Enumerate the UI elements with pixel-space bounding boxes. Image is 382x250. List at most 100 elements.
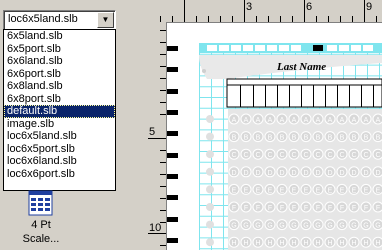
ruler-ticks — [160, 0, 377, 22]
bubble-letter: B — [232, 135, 237, 142]
bubble-letter: E — [268, 187, 273, 194]
bubble-letter: E — [292, 187, 297, 194]
template-dropdown-list[interactable]: 6x5land.slb 6x5port.slb 6x6land.slb 6x6p… — [3, 29, 116, 191]
bubble-letter: F — [280, 205, 284, 212]
bubble-letter: C — [375, 152, 380, 159]
dropdown-item[interactable]: loc6x6land.slb — [4, 155, 115, 168]
bubble-letter: C — [279, 152, 284, 159]
answer-bubble — [206, 238, 214, 247]
bubble-letter: E — [364, 187, 369, 194]
bubble-letter: G — [315, 223, 320, 230]
bubble-letter: C — [351, 152, 356, 159]
dropdown-item[interactable]: 6x5land.slb — [4, 30, 115, 43]
grid-scale-icon[interactable] — [28, 190, 53, 216]
bubble-letter: A — [280, 117, 285, 124]
bubble-letter: F — [244, 205, 248, 212]
bubble-letter: G — [375, 223, 380, 230]
bubble-letter: E — [376, 187, 381, 194]
bubble-letter: B — [364, 135, 369, 142]
bubble-letter: F — [376, 205, 380, 212]
bubble-letter: H — [351, 240, 356, 247]
chevron-down-icon[interactable]: ▼ — [97, 12, 114, 28]
bubble-letter: G — [231, 223, 236, 230]
answer-bubble — [206, 150, 214, 159]
bubble-letter: E — [304, 187, 309, 194]
bubble-letter: A — [340, 117, 345, 124]
bubble-letter: H — [243, 240, 248, 247]
answer-bubble — [206, 115, 214, 123]
bubble-letter: B — [256, 135, 261, 142]
bubble-letter: E — [244, 187, 249, 194]
bubble-letter: B — [352, 135, 357, 142]
bubble-letter: F — [256, 205, 260, 212]
bubble-letter: A — [352, 117, 357, 124]
bubble-letter: E — [232, 187, 237, 194]
bubble-letter: H — [279, 240, 284, 247]
dropdown-item[interactable]: loc6x5land.slb — [4, 130, 115, 143]
bubble-letter: F — [232, 205, 236, 212]
bubble-letter: A — [232, 117, 237, 124]
bubble-letter: A — [364, 117, 369, 124]
dropdown-item[interactable]: loc6x6port.slb — [4, 168, 115, 181]
bubble-letter: C — [303, 152, 308, 159]
bubble-letter: D — [255, 170, 260, 177]
bubble-letter: G — [243, 223, 248, 230]
bubble-letter: B — [376, 135, 381, 142]
bubble-letter: B — [268, 135, 273, 142]
bubble-letter: D — [363, 170, 368, 177]
bubble-letter: D — [243, 170, 248, 177]
bubble-letter: H — [363, 240, 368, 247]
left-panel: loc6x5land.slb ▼ 6x5land.slb 6x5port.slb… — [0, 0, 149, 250]
dropdown-item[interactable]: 6x5port.slb — [4, 43, 115, 56]
bubble-letter: A — [256, 117, 261, 124]
form-canvas[interactable]: A B C D E F G H A B C D E F G H A B C D E F G H A B C D E F G H A B C D E F G H… — [167, 23, 382, 250]
dropdown-item[interactable]: loc6x5port.slb — [4, 143, 115, 156]
bubble-letter: F — [316, 205, 320, 212]
bubble-letter: A — [328, 117, 333, 124]
bubble-letter: H — [375, 240, 380, 247]
bubble-letter: E — [352, 187, 357, 194]
bubble-letter: F — [292, 205, 296, 212]
bubble-letter: A — [268, 117, 273, 124]
dropdown-item[interactable]: 6x6port.slb — [4, 68, 115, 81]
bubble-letter: E — [340, 187, 345, 194]
bubble-letter: A — [316, 117, 321, 124]
bubble-letter: G — [255, 223, 260, 230]
bubble-letter: C — [267, 152, 272, 159]
bubble-letter: C — [339, 152, 344, 159]
bubble-letter: H — [327, 240, 332, 247]
answer-bubble — [206, 185, 214, 194]
tool-label: Scale... — [22, 233, 60, 245]
vertical-ruler[interactable]: 5 10 — [148, 22, 167, 250]
dropdown-item-selected[interactable]: default.slb — [4, 105, 115, 118]
bubble-letter: H — [231, 240, 236, 247]
dropdown-item[interactable]: 6x8port.slb — [4, 93, 115, 106]
bubble-letter: C — [231, 152, 236, 159]
bubble-letter: C — [291, 152, 296, 159]
bubble-letter: D — [315, 170, 320, 177]
dropdown-item[interactable]: 6x6land.slb — [4, 55, 115, 68]
horizontal-ruler[interactable]: 3 6 9 — [148, 0, 382, 23]
bubble-letter: H — [291, 240, 296, 247]
bubble-letter: F — [268, 205, 272, 212]
bubble-letter: C — [363, 152, 368, 159]
bubble-letter: H — [339, 240, 344, 247]
template-combobox[interactable]: loc6x5land.slb ▼ — [3, 10, 116, 30]
bubble-letter: D — [279, 170, 284, 177]
bubble-letter: A — [376, 117, 381, 124]
bubble-letter: H — [267, 240, 272, 247]
ruler-label: 3 — [246, 1, 253, 13]
bubble-letter: G — [267, 223, 272, 230]
bubble-letter: B — [340, 135, 345, 142]
bubble-letter: F — [340, 205, 344, 212]
answer-bubble — [206, 167, 214, 176]
bubble-letter: G — [279, 223, 284, 230]
bubble-letter: G — [363, 223, 368, 230]
dropdown-item[interactable]: image.slb — [4, 118, 115, 131]
bubble-letter: G — [291, 223, 296, 230]
dropdown-item[interactable]: 6x8land.slb — [4, 80, 115, 93]
bubble-letter: C — [255, 152, 260, 159]
bubble-letter: D — [351, 170, 356, 177]
bubble-letter: C — [315, 152, 320, 159]
bubble-letter: D — [327, 170, 332, 177]
